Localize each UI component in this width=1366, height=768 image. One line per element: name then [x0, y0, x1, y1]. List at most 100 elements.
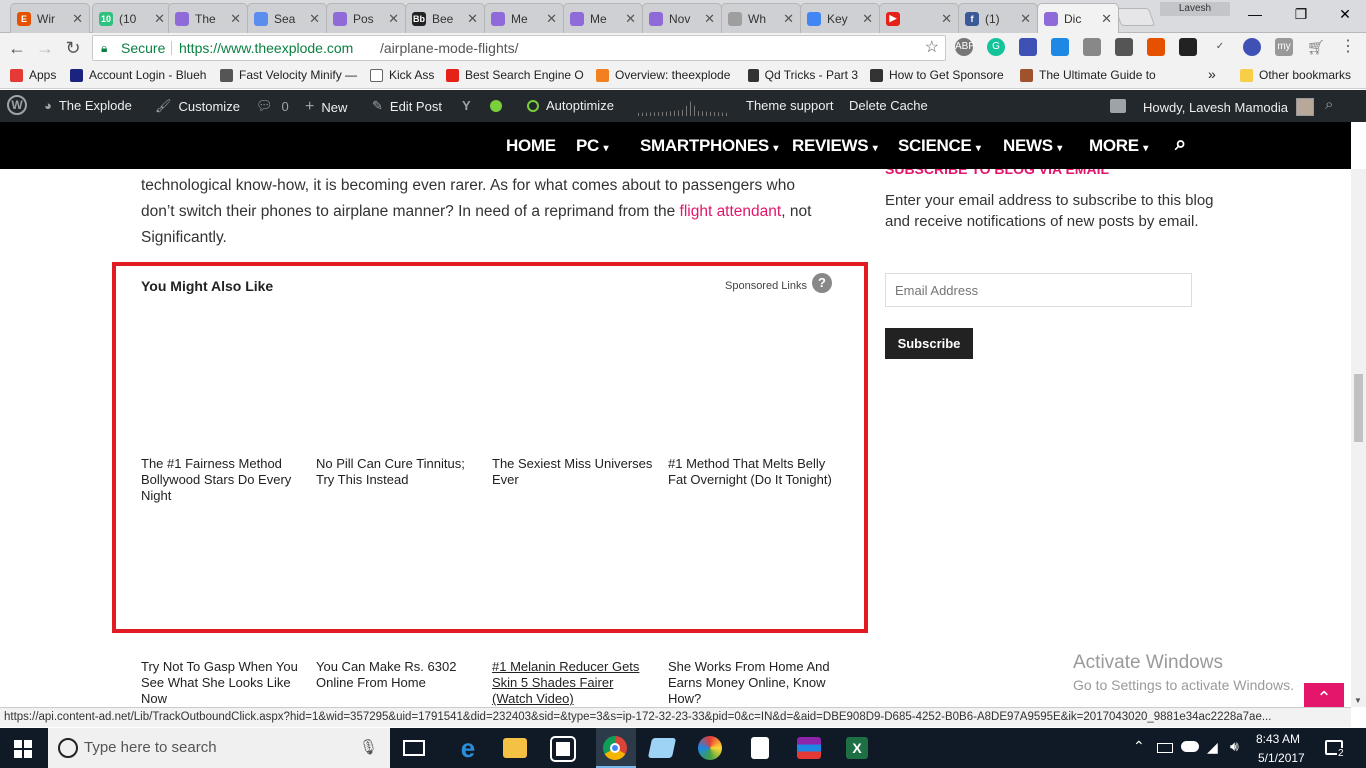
wordpress-logo-icon[interactable]: W	[7, 95, 27, 115]
bookmark-item[interactable]: Fast Velocity Minify —	[220, 68, 357, 82]
back-icon[interactable]: ←	[6, 37, 28, 59]
tray-chevron-icon[interactable]: ⌃	[1133, 738, 1145, 755]
new-content-link[interactable]: + New	[305, 98, 347, 116]
winrar-icon[interactable]	[797, 737, 821, 759]
nav-smartphones[interactable]: SMARTPHONES ▾	[640, 136, 778, 156]
extension-icon-6[interactable]	[1115, 38, 1133, 56]
taskbar-search[interactable]: Type here to search 🎙︎	[48, 728, 390, 768]
store-icon[interactable]	[550, 736, 576, 762]
grammarly-icon[interactable]: G	[987, 38, 1005, 56]
tab-close-icon[interactable]: ✕	[783, 11, 794, 27]
search-icon[interactable]: ⌕	[1175, 133, 1186, 156]
browser-tab[interactable]: Sea ✕	[247, 3, 327, 33]
browser-tab[interactable]: Dic ✕	[1037, 3, 1119, 33]
delete-cache-link[interactable]: Delete Cache	[849, 98, 928, 113]
check-icon[interactable]: ✓	[1211, 38, 1229, 56]
tab-close-icon[interactable]: ✕	[704, 11, 715, 27]
browser-tab[interactable]: 10 (10 ✕	[92, 3, 172, 33]
chrome-menu-icon[interactable]: ⋮	[1339, 38, 1357, 56]
nav-more[interactable]: MORE ▾	[1089, 136, 1148, 156]
email-field[interactable]	[885, 273, 1192, 307]
bookmark-item[interactable]: Overview: theexplode	[596, 68, 730, 82]
scroll-down-arrow[interactable]: ▼	[1354, 696, 1362, 705]
comments-link[interactable]: 💬︎ 0	[256, 98, 289, 114]
browser-tab[interactable]: Nov ✕	[642, 3, 722, 33]
customize-link[interactable]: 🖌︎ Customize	[155, 98, 240, 114]
task-view-icon[interactable]	[403, 740, 425, 756]
ad-link[interactable]: No Pill Can Cure Tinnitus; Try This Inst…	[316, 456, 481, 488]
bookmark-item[interactable]: Account Login - Blueh	[70, 68, 206, 82]
subscribe-button[interactable]: Subscribe	[885, 328, 973, 359]
notepad-icon[interactable]	[647, 738, 677, 758]
theme-support-link[interactable]: Theme support	[746, 98, 833, 113]
tab-close-icon[interactable]: ✕	[1101, 11, 1112, 27]
sponsored-links-label[interactable]: Sponsored Links	[725, 280, 807, 292]
autoptimize-link[interactable]: Autoptimize	[527, 98, 614, 113]
microphone-icon[interactable]: 🎙︎	[359, 728, 378, 768]
paint-icon[interactable]	[698, 736, 722, 760]
profile-name[interactable]: Lavesh	[1160, 2, 1230, 16]
cloud-icon[interactable]	[1181, 741, 1199, 752]
browser-tab[interactable]: Pos ✕	[326, 3, 406, 33]
help-icon[interactable]: ?	[812, 273, 832, 293]
nav-science[interactable]: SCIENCE ▾	[898, 136, 981, 156]
ad-link[interactable]: You Can Make Rs. 6302 Online From Home	[316, 659, 481, 691]
tab-close-icon[interactable]: ✕	[625, 11, 636, 27]
edge-icon[interactable]: e	[454, 734, 482, 762]
battery-icon[interactable]	[1157, 743, 1173, 753]
other-bookmarks-folder[interactable]: Other bookmarks	[1240, 68, 1351, 82]
ad-link[interactable]: The #1 Fairness Method Bollywood Stars D…	[141, 456, 306, 504]
page-scrollbar[interactable]: ▼	[1351, 169, 1366, 707]
reload-icon[interactable]: ↻	[62, 37, 84, 59]
account-menu[interactable]: Howdy, Lavesh Mamodia	[1143, 98, 1314, 116]
cart-icon[interactable]: 🛒︎	[1307, 38, 1325, 56]
nav-news[interactable]: NEWS ▾	[1003, 136, 1062, 156]
edit-post-link[interactable]: ✎ Edit Post	[372, 98, 442, 114]
ad-link[interactable]: Try Not To Gasp When You See What She Lo…	[141, 659, 306, 707]
ad-link[interactable]: She Works From Home And Earns Money Onli…	[668, 659, 833, 707]
minimize-button[interactable]: —	[1232, 0, 1278, 28]
checklist-icon[interactable]	[1179, 38, 1197, 56]
address-bar[interactable]: 🔒︎ Secure https://www.theexplode.com /ai…	[92, 35, 946, 61]
tab-close-icon[interactable]: ✕	[941, 11, 952, 27]
browser-tab[interactable]: Me ✕	[484, 3, 564, 33]
tab-close-icon[interactable]: ✕	[388, 11, 399, 27]
ad-link[interactable]: #1 Melanin Reducer Gets Skin 5 Shades Fa…	[492, 659, 657, 707]
browser-tab[interactable]: Me ✕	[563, 3, 643, 33]
back-to-top-button[interactable]: ⌃	[1304, 683, 1344, 707]
document-icon[interactable]	[751, 737, 769, 759]
adblock-icon[interactable]: ABP	[955, 38, 975, 56]
tab-close-icon[interactable]: ✕	[546, 11, 557, 27]
forward-icon[interactable]: →	[34, 37, 56, 59]
bookmark-item[interactable]: The Ultimate Guide to	[1020, 68, 1156, 82]
ad-link[interactable]: #1 Method That Melts Belly Fat Overnight…	[668, 456, 838, 488]
bookmark-item[interactable]: Apps	[10, 68, 56, 82]
scrollbar-thumb[interactable]	[1354, 374, 1363, 442]
user-extension-icon[interactable]	[1243, 38, 1261, 56]
bookmarks-overflow-button[interactable]: »	[1208, 66, 1216, 82]
bookmark-item[interactable]: How to Get Sponsore	[870, 68, 1004, 82]
eye-icon[interactable]	[1083, 38, 1101, 56]
extension-icon-4[interactable]	[1051, 38, 1069, 56]
flight-attendant-link[interactable]: flight attendant	[680, 203, 782, 220]
bookmark-star-icon[interactable]: ☆	[925, 36, 939, 60]
notification-icon[interactable]	[1110, 99, 1126, 113]
clock-date[interactable]: 5/1/2017	[1258, 751, 1305, 765]
nav-reviews[interactable]: REVIEWS ▾	[792, 136, 878, 156]
browser-tab[interactable]: E Wir ✕	[10, 3, 90, 33]
admin-search-icon[interactable]: ⌕	[1325, 96, 1333, 113]
bookmark-item[interactable]: Kick Ass	[370, 68, 434, 82]
bookmark-item[interactable]: Qd Tricks - Part 3	[748, 68, 858, 82]
browser-tab[interactable]: ▶ ✕	[879, 3, 959, 33]
file-explorer-icon[interactable]	[503, 738, 527, 758]
tab-close-icon[interactable]: ✕	[230, 11, 241, 27]
start-button[interactable]	[14, 740, 32, 758]
close-window-button[interactable]: ✕	[1322, 0, 1366, 28]
browser-tab[interactable]: Wh ✕	[721, 3, 801, 33]
new-tab-button[interactable]	[1114, 8, 1156, 26]
extension-icon-3[interactable]	[1019, 38, 1037, 56]
fire-icon[interactable]	[1147, 38, 1165, 56]
browser-tab[interactable]: The ✕	[168, 3, 248, 33]
maximize-button[interactable]: ❐	[1278, 0, 1324, 28]
wifi-icon[interactable]: ◢	[1207, 739, 1218, 756]
